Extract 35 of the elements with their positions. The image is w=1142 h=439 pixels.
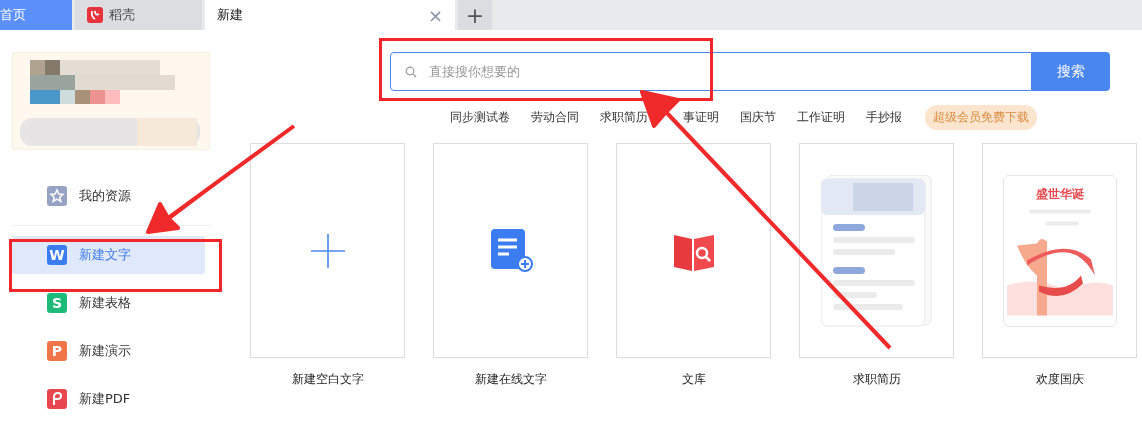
document-type-icon: P — [47, 341, 67, 361]
search-icon — [405, 66, 417, 78]
tab[interactable]: 新建 × — [205, 0, 455, 30]
card-title: 文库 — [681, 371, 706, 388]
tag-link[interactable]: 工作证明 — [797, 108, 845, 126]
poster-heading: 盛世华诞 — [1035, 185, 1084, 203]
tab[interactable]: 稻壳 — [75, 0, 202, 30]
document-type-icon: W — [47, 245, 67, 265]
template-card[interactable] — [799, 143, 954, 358]
sidebar-item[interactable]: P 新建演示 — [12, 332, 205, 370]
tag-link[interactable]: 同步测试卷 — [450, 108, 510, 126]
tag-link[interactable]: 手抄报 — [866, 108, 902, 126]
online-document-icon — [488, 228, 533, 273]
new-tab-button[interactable]: + — [458, 0, 492, 30]
template-card[interactable] — [616, 143, 771, 358]
template-card[interactable] — [433, 143, 588, 358]
sidebar-item[interactable]: S 新建表格 — [12, 284, 205, 322]
document-type-icon: S — [47, 293, 67, 313]
plus-icon — [310, 233, 345, 268]
card-title: 求职简历 — [852, 371, 901, 388]
card-title: 新建在线文字 — [474, 371, 547, 388]
sidebar-item[interactable]: 新建PDF — [12, 380, 205, 418]
sidebar-item[interactable]: 我的资源 — [12, 177, 205, 215]
sidebar-item[interactable]: W 新建文字 — [12, 236, 205, 274]
app-logo-icon — [87, 7, 103, 23]
card-title: 新建空白文字 — [291, 371, 364, 388]
template-card[interactable]: 盛世华诞 — [982, 143, 1137, 358]
tag-link[interactable]: 求职简历 — [600, 108, 648, 126]
tag-link[interactable]: 国庆节 — [740, 108, 776, 126]
tag-link[interactable]: 事证明 — [683, 108, 719, 126]
card-title: 欢度国庆 — [1035, 371, 1084, 388]
search-field[interactable]: 直接搜你想要的 — [390, 52, 1032, 91]
star-icon — [47, 186, 67, 206]
tag-link[interactable]: 劳动合同 — [531, 108, 579, 126]
search-button[interactable]: 搜索 — [1032, 52, 1110, 91]
